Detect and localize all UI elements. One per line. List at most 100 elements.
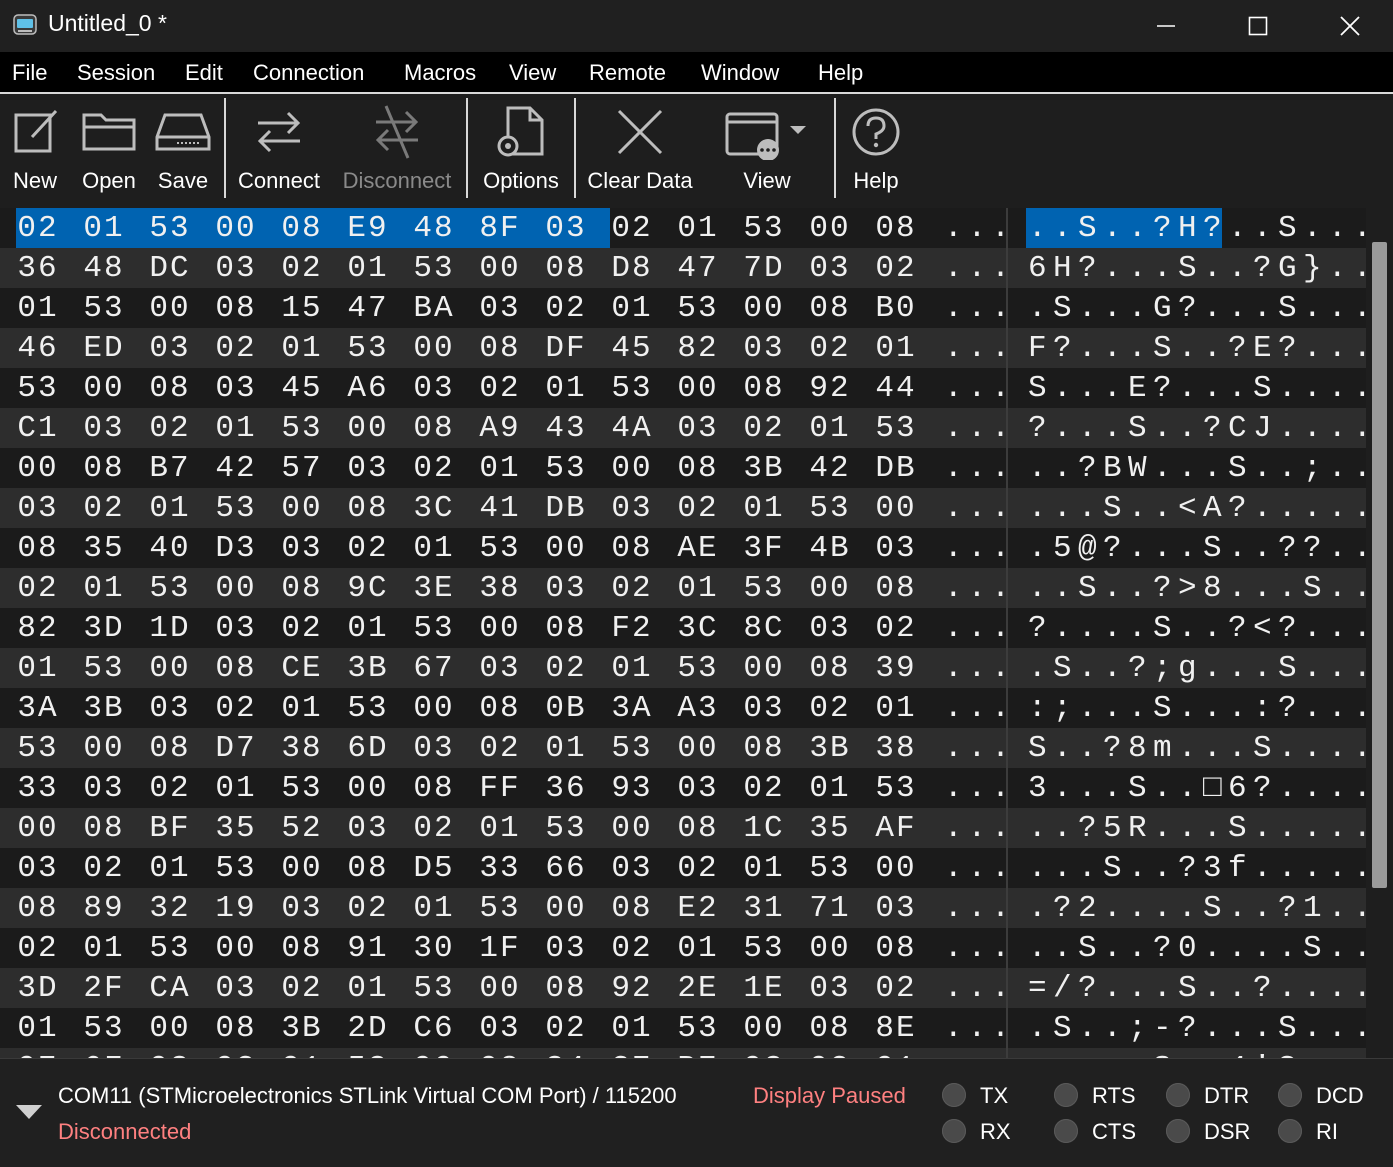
hex-byte[interactable]: 03 [604,491,660,526]
hex-byte[interactable]: 01 [406,531,462,566]
hex-byte[interactable]: 08 [10,531,66,566]
hex-byte[interactable]: 48 [406,211,462,246]
hex-byte[interactable]: 3B [802,731,858,766]
hex-byte[interactable]: 03 [142,331,198,366]
ascii-text[interactable]: ...S..?3f...... [1028,851,1366,886]
hex-byte[interactable]: 08 [736,731,792,766]
hex-byte[interactable]: 27 [604,1051,660,1058]
hex-byte[interactable]: 00 [472,971,528,1006]
expand-chevron-icon[interactable] [16,1105,42,1119]
hex-byte[interactable]: 02 [142,771,198,806]
hex-byte[interactable]: 02 [274,251,330,286]
hex-row[interactable]: 02 01 53 00 08 E9 48 8F 03 02 01 53 00 08... ..S..?H?.… [0,208,1366,248]
hex-byte[interactable]: 02 [76,491,132,526]
hex-byte[interactable]: 02 [406,811,462,846]
hex-byte[interactable]: 08 [208,651,264,686]
hex-byte[interactable]: 02 [802,691,858,726]
hex-byte[interactable]: 35 [76,531,132,566]
hex-byte[interactable]: 00 [538,891,594,926]
hex-byte[interactable]: 00 [76,371,132,406]
hex-byte[interactable]: F2 [604,611,660,646]
hex-byte[interactable]: DB [868,451,924,486]
hex-byte[interactable]: 53 [538,451,594,486]
scrollbar-thumb[interactable] [1372,242,1387,888]
close-button[interactable] [1304,0,1393,52]
hex-byte[interactable]: 00 [142,291,198,326]
ascii-text[interactable]: S..?8m...S..... [1028,731,1366,766]
ascii-text[interactable]: .?2....S..?1... [1028,891,1366,926]
hex-byte[interactable]: C1 [10,411,66,446]
hex-byte[interactable]: 01 [142,491,198,526]
hex-row[interactable]: 01 53 00 08 CE 3B 67 03 02 01 53 00 08 39... .S..?;g..… [0,648,1366,688]
hex-byte[interactable]: 01 [802,771,858,806]
hex-byte[interactable]: 01 [406,891,462,926]
hex-byte[interactable]: 47 [340,291,396,326]
hex-byte[interactable]: 08 [142,731,198,766]
hex-byte[interactable]: 03 [76,771,132,806]
hex-byte[interactable]: 53 [736,931,792,966]
hex-byte[interactable]: 01 [472,451,528,486]
hex-byte[interactable]: E2 [670,891,726,926]
hex-byte[interactable]: 02 [538,651,594,686]
hex-byte[interactable]: 01 [472,811,528,846]
hex-byte[interactable]: 02 [274,611,330,646]
hex-byte[interactable]: 08 [538,971,594,1006]
hex-byte[interactable]: 00 [274,491,330,526]
hex-byte[interactable]: 08 [76,451,132,486]
maximize-button[interactable] [1212,0,1304,52]
hex-byte[interactable]: 03 [868,531,924,566]
hex-byte[interactable]: CE [274,651,330,686]
menu-remote[interactable]: Remote [589,60,666,86]
hex-row[interactable]: 53 00 08 03 45 A6 03 02 01 53 00 08 92 44... S...E?...… [0,368,1366,408]
ascii-text[interactable]: ..S..?0....S... [1028,931,1366,966]
hex-byte[interactable]: 82 [10,611,66,646]
hex-row[interactable]: 00 08 B7 42 57 03 02 01 53 00 08 3B 42 DB... ..?BW...S… [0,448,1366,488]
connect-button[interactable]: Connect [234,94,324,206]
hex-byte[interactable]: 01 [340,611,396,646]
hex-byte[interactable]: 00 [670,731,726,766]
hex-byte[interactable]: 53 [670,1011,726,1046]
hex-byte[interactable]: 08 [274,211,330,246]
hex-byte[interactable]: A6 [340,371,396,406]
hex-byte[interactable]: 0B [538,691,594,726]
hex-byte[interactable]: 44 [868,371,924,406]
hex-byte[interactable]: 02 [736,411,792,446]
hex-byte[interactable]: 53 [142,931,198,966]
hex-byte[interactable]: 00 [142,651,198,686]
hex-row[interactable]: 08 35 40 D3 03 02 01 53 00 08 AE 3F 4B 03... .5@?...S.… [0,528,1366,568]
hex-byte[interactable]: 01 [142,851,198,886]
hex-row[interactable]: 3A 3B 03 02 01 53 00 08 0B 3A A3 03 02 01...:;...S...… [0,688,1366,728]
hex-byte[interactable]: 01 [208,411,264,446]
hex-byte[interactable]: 53 [76,1011,132,1046]
hex-byte[interactable]: 08 [472,691,528,726]
hex-row[interactable]: 08 89 32 19 03 02 01 53 00 08 E2 31 71 03... .?2....S.… [0,888,1366,928]
hex-byte[interactable]: D5 [406,851,462,886]
hex-byte[interactable]: 03 [142,691,198,726]
ascii-text[interactable]: .S..?;g...S.... [1028,651,1366,686]
hex-byte[interactable]: 4A [604,411,660,446]
help-button[interactable]: Help [846,94,906,206]
hex-byte[interactable]: 00 [736,291,792,326]
hex-row[interactable]: 01 53 00 08 3B 2D C6 03 02 01 53 00 08 8E... .S..;-?..… [0,1008,1366,1048]
hex-byte[interactable]: 03 [472,1011,528,1046]
ascii-text[interactable]: ..?5R...S...... [1028,811,1366,846]
hex-byte[interactable]: 53 [604,731,660,766]
hex-byte[interactable]: 01 [10,1011,66,1046]
disconnect-button[interactable]: Disconnect [338,94,456,206]
hex-byte[interactable]: 02 [472,371,528,406]
hex-byte[interactable]: 08 [802,291,858,326]
hex-byte[interactable]: 03 [670,771,726,806]
hex-row[interactable]: 03 02 01 53 00 08 3C 41 DB 03 02 01 53 00... ...S..<A?… [0,488,1366,528]
hex-byte[interactable]: 02 [868,251,924,286]
hex-byte[interactable]: 01 [208,771,264,806]
hex-byte[interactable]: 01 [10,651,66,686]
hex-byte[interactable]: 01 [604,291,660,326]
hex-byte[interactable]: 02 [208,331,264,366]
hex-byte[interactable]: 01 [274,331,330,366]
hex-byte[interactable]: 00 [10,811,66,846]
hex-byte[interactable]: 08 [538,611,594,646]
ascii-text[interactable]: .5@?...S..??... [1028,531,1366,566]
hex-byte[interactable]: 9C [340,571,396,606]
ascii-text[interactable]: .o...S..4'?.... [1028,1051,1366,1058]
hex-byte[interactable]: 6D [340,731,396,766]
